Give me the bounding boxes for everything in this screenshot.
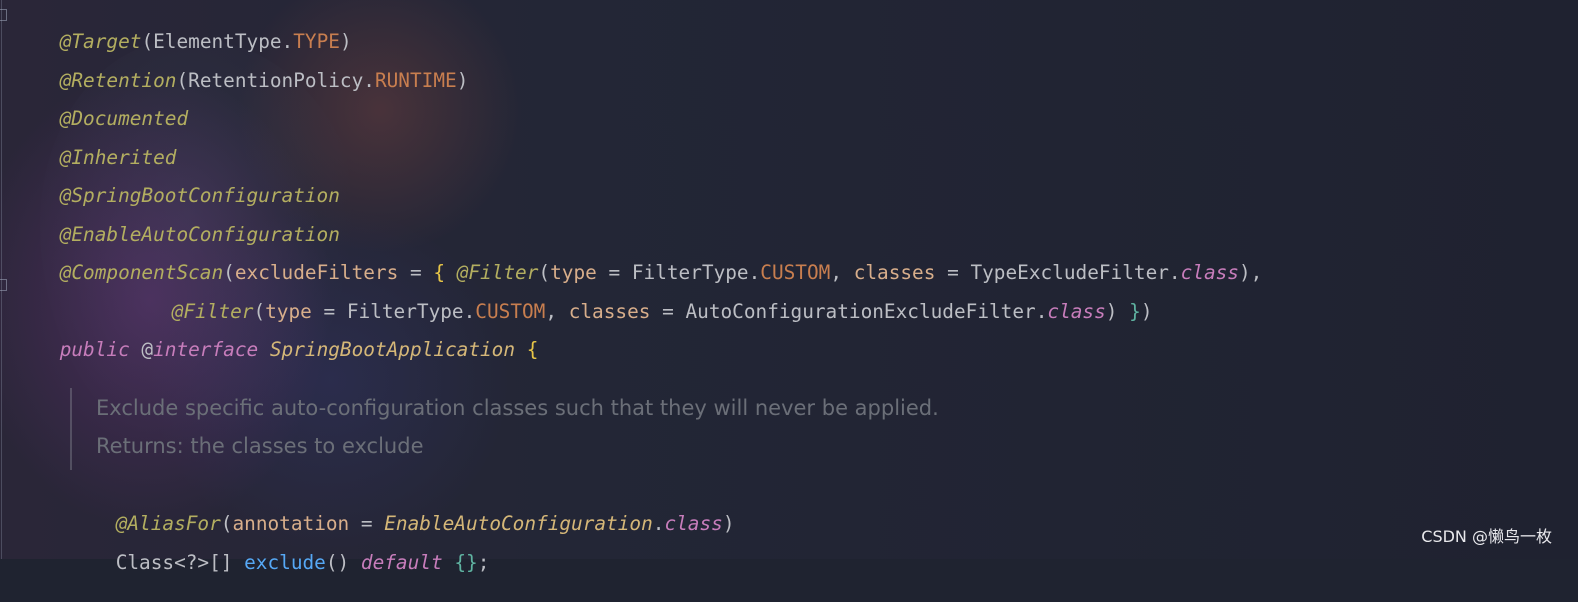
javadoc-returns: Returns: the classes to exclude [96, 434, 424, 458]
code-line-target: @Target(ElementType.TYPE) [59, 30, 352, 53]
code-line-filter: @Filter(type = FilterType.CUSTOM, classe… [171, 300, 1153, 323]
code-line-retention: @Retention(RetentionPolicy.RUNTIME) [59, 69, 469, 92]
fold-marker-icon[interactable] [0, 9, 7, 21]
javadoc-rendered-block: Exclude specific auto-configuration clas… [70, 388, 1072, 470]
code-line-enableautoconfiguration: @EnableAutoConfiguration [13, 196, 340, 246]
code-line-componentscan: @ComponentScan(excludeFilters = { @Filte… [59, 261, 1263, 284]
code-line-inherited: @Inherited [13, 119, 177, 169]
code-line-interface-declaration: public @interface SpringBootApplication … [59, 338, 539, 361]
code-line-aliasfor: @AliasFor(annotation = EnableAutoConfigu… [115, 512, 735, 535]
code-line-springbootconfiguration: @SpringBootConfiguration [13, 157, 340, 207]
watermark-label: CSDN @懒鸟一枚 [1421, 527, 1552, 546]
code-line-exclude-method: Class<?>[] exclude() default {}; [115, 551, 490, 574]
javadoc-description: Exclude specific auto-configuration clas… [96, 396, 939, 420]
fold-marker-icon[interactable] [0, 279, 7, 291]
code-line-documented: @Documented [13, 80, 188, 130]
